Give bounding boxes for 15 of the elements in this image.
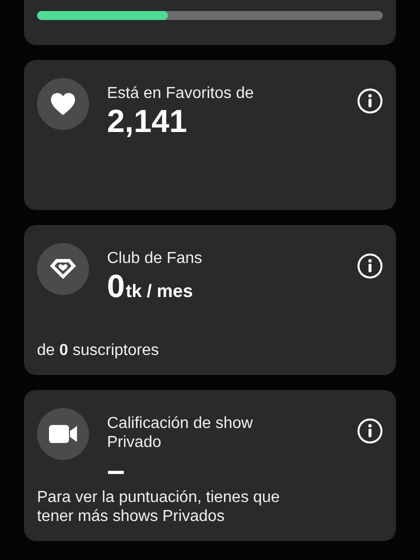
heart-icon [50, 92, 76, 116]
stat-value: – [107, 452, 125, 488]
stat-value: 0 [107, 268, 125, 304]
video-camera-icon [49, 425, 77, 443]
card-title: Club de Fans [107, 249, 204, 268]
card-title: Calificación de show Privado [107, 414, 254, 452]
info-icon[interactable] [357, 418, 383, 444]
diamond-icon [49, 258, 77, 280]
stat-unit: tk / mes [126, 281, 193, 302]
card-footer-text: Para ver la puntuación, tienes que tener más shows Privados [37, 488, 281, 526]
info-icon[interactable] [357, 253, 383, 279]
stat-value: 2,141 [107, 103, 188, 139]
card-footer-text: de 0 suscriptores [37, 341, 160, 360]
info-icon[interactable] [357, 88, 383, 114]
card-title: Está en Favoritos de [107, 84, 255, 103]
